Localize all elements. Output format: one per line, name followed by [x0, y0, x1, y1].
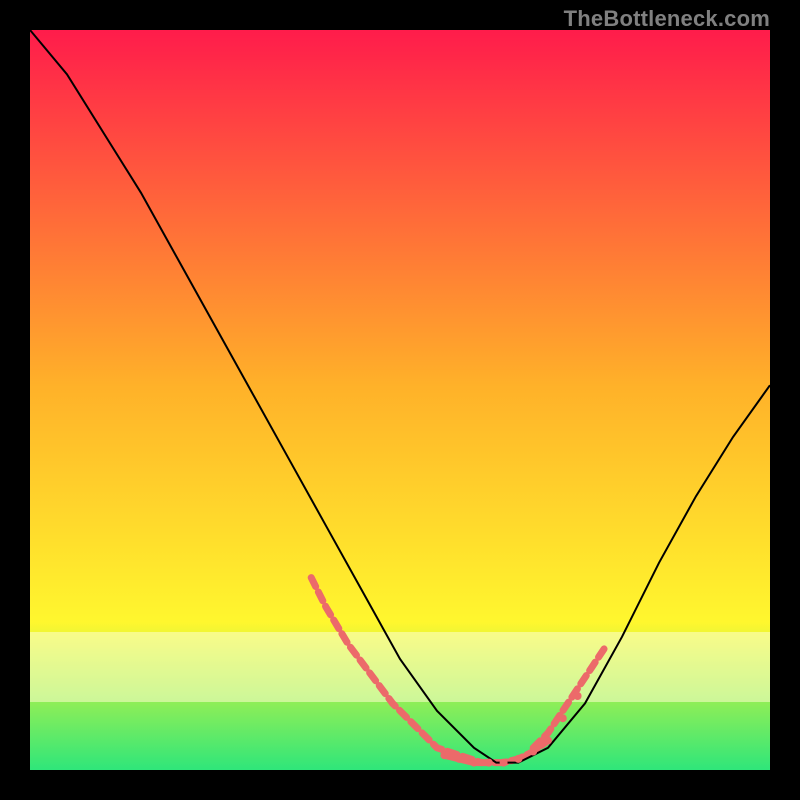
bottleneck-chart [30, 30, 770, 770]
highlight-dot [500, 759, 508, 767]
highlight-dot [559, 714, 567, 722]
highlight-dot [514, 755, 522, 763]
highlight-dot [544, 736, 552, 744]
highlight-dot [455, 755, 463, 763]
highlight-dot [485, 759, 493, 767]
chart-frame [30, 30, 770, 770]
pale-band [30, 632, 770, 702]
watermark-text: TheBottleneck.com [564, 6, 770, 32]
highlight-dot [440, 751, 448, 759]
highlight-dot [529, 748, 537, 756]
highlight-dot [470, 759, 478, 767]
highlight-dot [574, 692, 582, 700]
